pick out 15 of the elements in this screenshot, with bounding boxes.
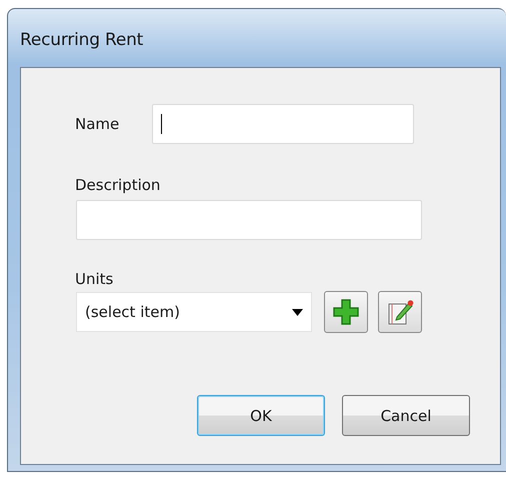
edit-button[interactable] [378,291,422,333]
field-label: Description [75,176,160,194]
plus-icon [332,298,360,326]
add-button[interactable] [324,291,368,333]
description-field[interactable] [76,200,422,240]
text-cursor [161,114,162,134]
edit-icon [386,298,414,326]
field-label: Units [75,270,114,288]
cancel-button[interactable]: Cancel [342,395,470,436]
name-field[interactable] [152,104,414,144]
ok-button[interactable]: OK [197,395,325,436]
window-title: Recurring Rent [20,30,144,50]
units-dropdown[interactable]: (select item) [76,292,312,332]
field-label: Name [75,115,120,133]
caret-icon [292,308,303,316]
